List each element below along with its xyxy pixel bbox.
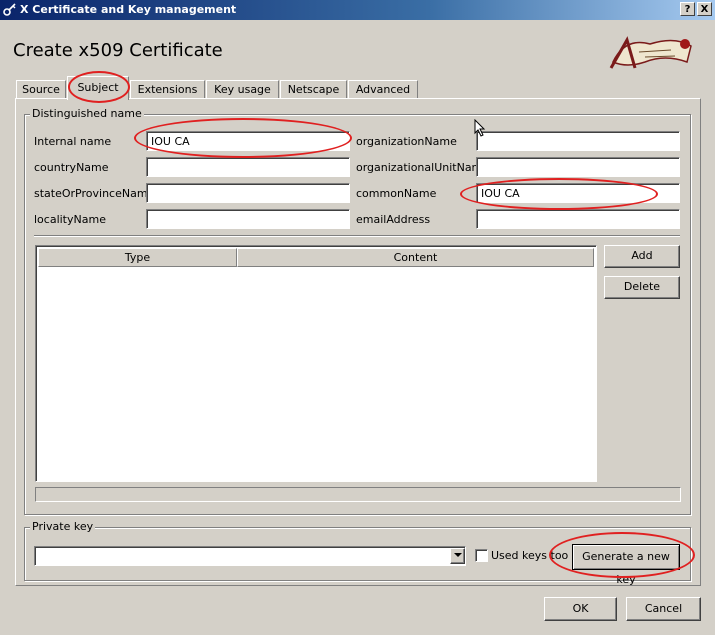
column-header-content[interactable]: Content xyxy=(237,248,594,267)
country-name-label: countryName xyxy=(34,161,109,174)
organizational-unit-name-field[interactable] xyxy=(476,157,680,177)
tab-subject[interactable]: Subject xyxy=(67,76,129,100)
dropdown-arrow-button[interactable] xyxy=(450,548,465,564)
separator-line xyxy=(34,235,680,237)
organizational-unit-name-label: organizationalUnitName xyxy=(356,161,490,174)
locality-name-field[interactable] xyxy=(146,209,350,229)
subject-entries-table[interactable]: Type Content xyxy=(35,245,597,482)
tab-advanced[interactable]: Advanced xyxy=(348,80,418,99)
help-button[interactable]: ? xyxy=(680,2,695,16)
internal-name-label: Internal name xyxy=(34,135,112,148)
add-button[interactable]: Add xyxy=(604,245,680,268)
tab-extensions[interactable]: Extensions xyxy=(130,80,205,99)
window-title: X Certificate and Key management xyxy=(20,3,237,16)
common-name-label: commonName xyxy=(356,187,437,200)
state-or-province-name-field[interactable] xyxy=(146,183,350,203)
delete-button[interactable]: Delete xyxy=(604,276,680,299)
generate-new-key-button[interactable]: Generate a new key xyxy=(572,544,680,586)
internal-name-field[interactable]: IOU CA xyxy=(146,131,350,151)
page-title: Create x509 Certificate xyxy=(13,40,223,61)
private-key-label: Private key xyxy=(30,520,96,533)
email-address-field[interactable] xyxy=(476,209,680,229)
column-header-type[interactable]: Type xyxy=(38,248,237,267)
used-keys-too-checkbox[interactable] xyxy=(475,549,488,562)
tab-source[interactable]: Source xyxy=(16,80,66,99)
key-icon xyxy=(3,2,17,16)
private-key-select[interactable] xyxy=(34,546,466,566)
locality-name-label: localityName xyxy=(34,213,106,226)
logo-image xyxy=(605,32,695,72)
email-address-label: emailAddress xyxy=(356,213,431,226)
cancel-button[interactable]: Cancel xyxy=(626,597,701,621)
title-bar[interactable]: X Certificate and Key management ? X xyxy=(0,0,715,20)
tab-key-usage[interactable]: Key usage xyxy=(206,80,279,99)
distinguished-name-label: Distinguished name xyxy=(30,107,144,120)
mouse-cursor-icon xyxy=(474,118,486,140)
state-or-province-name-label: stateOrProvinceName xyxy=(34,187,155,200)
ok-button[interactable]: OK xyxy=(544,597,617,621)
common-name-field[interactable]: IOU CA xyxy=(476,183,680,203)
country-name-field[interactable] xyxy=(146,157,350,177)
tab-netscape[interactable]: Netscape xyxy=(280,80,347,99)
organization-name-label: organizationName xyxy=(356,135,457,148)
organization-name-field[interactable] xyxy=(476,131,680,151)
used-keys-too-label[interactable]: Used keys too xyxy=(491,549,568,562)
horizontal-scrollbar[interactable] xyxy=(35,487,681,502)
chevron-down-icon xyxy=(453,548,462,561)
close-button[interactable]: X xyxy=(697,2,712,16)
